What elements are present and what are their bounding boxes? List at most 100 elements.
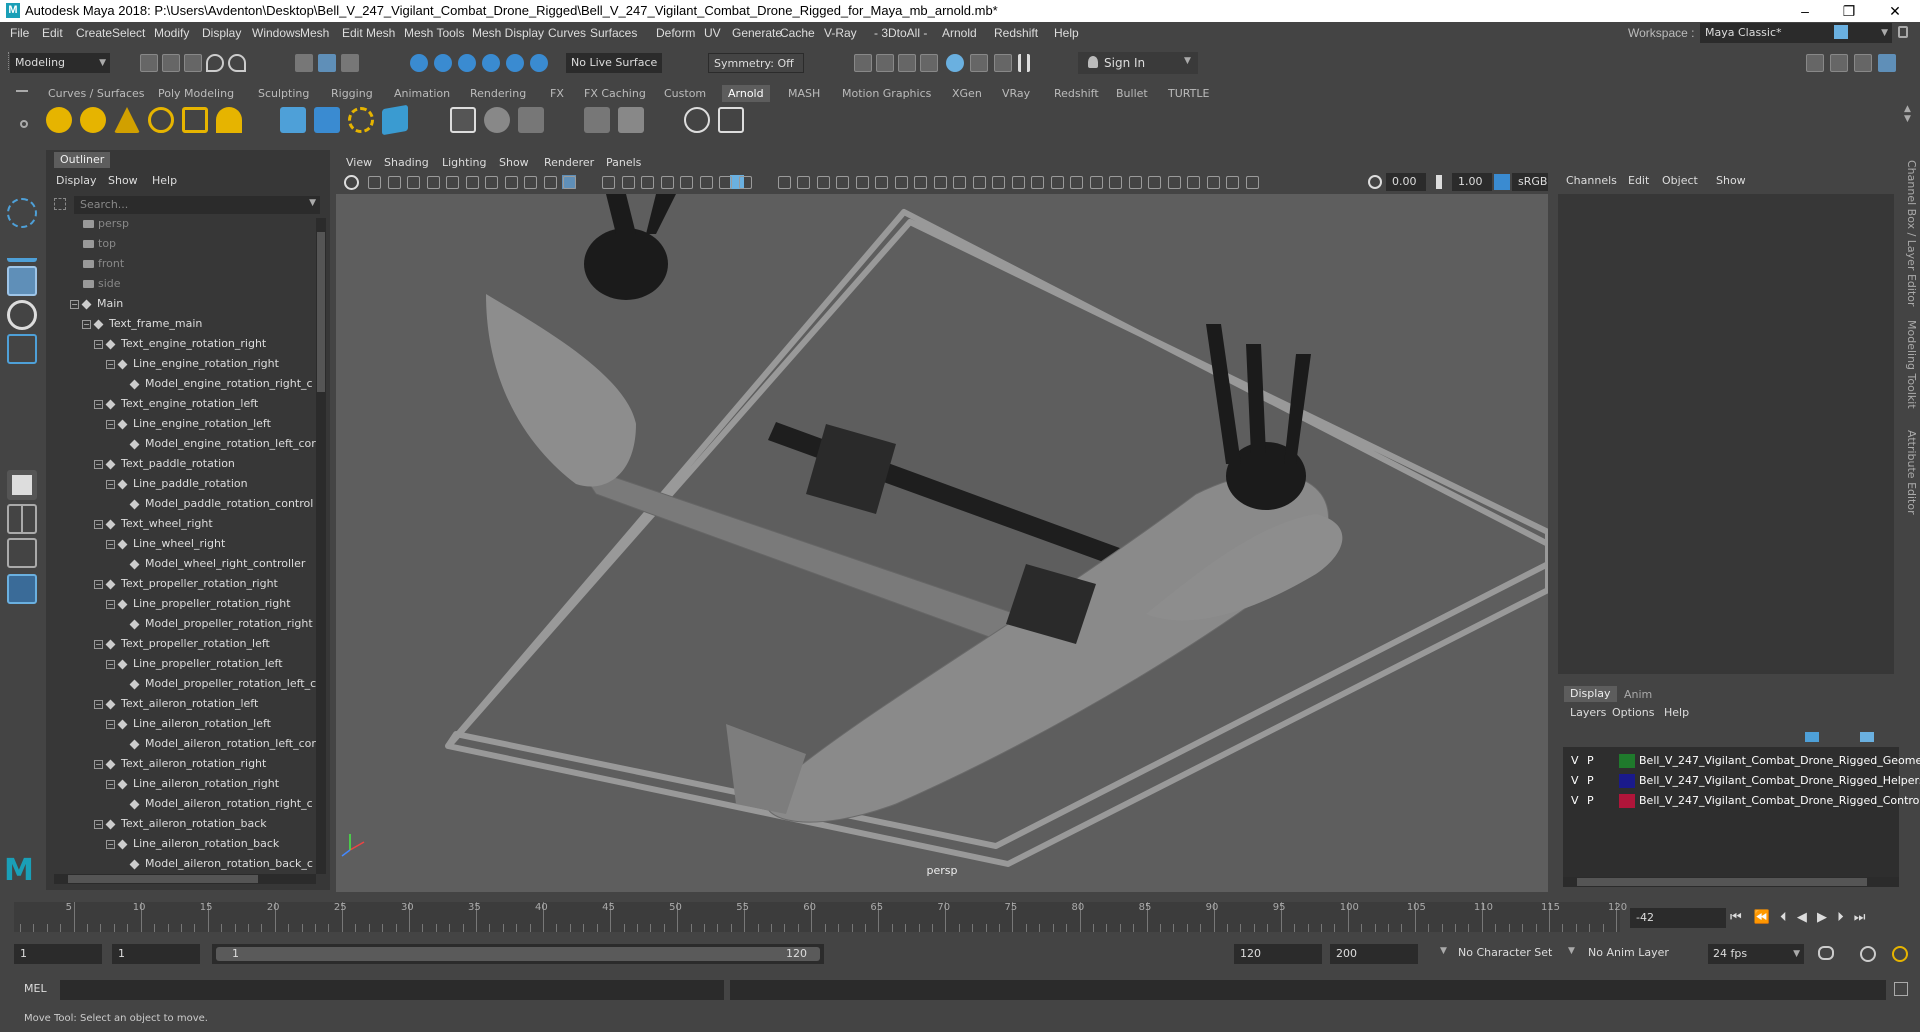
go-to-start-icon[interactable]: ⏮ <box>1730 910 1742 925</box>
two-view-icon[interactable] <box>7 538 37 568</box>
outliner-row[interactable]: − Main <box>70 294 123 314</box>
menu-select[interactable]: Select <box>112 26 145 40</box>
viewport-tool-icon[interactable] <box>1206 176 1220 189</box>
outliner-row[interactable]: Model_engine_rotation_left_cor <box>118 434 316 454</box>
volume-icon[interactable] <box>314 107 340 133</box>
minimize-button[interactable]: – <box>1782 0 1828 22</box>
menu-arnold[interactable]: Arnold <box>942 26 977 40</box>
outliner-row[interactable]: Model_propeller_rotation_right <box>118 614 313 634</box>
step-forward-frame-icon[interactable]: ⏵ <box>1837 910 1844 925</box>
exposure-icon[interactable] <box>1368 175 1382 189</box>
rotate-tool-icon[interactable] <box>7 300 37 330</box>
viewport-menu-panels[interactable]: Panels <box>606 156 641 169</box>
outliner-row[interactable]: front <box>70 254 124 274</box>
outliner-tab[interactable]: Outliner <box>54 152 111 168</box>
viewport-tool-icon[interactable] <box>660 176 674 189</box>
exposure-field[interactable]: 0.00 <box>1386 173 1426 191</box>
viewport-menu-shading[interactable]: Shading <box>384 156 429 169</box>
viewport-tool-icon[interactable] <box>641 176 654 189</box>
outliner-menu-show[interactable]: Show <box>108 174 138 187</box>
viewport-tool-icon[interactable] <box>504 176 518 189</box>
shelf-menu-icon[interactable] <box>16 90 28 92</box>
render-settings-icon[interactable] <box>920 54 938 72</box>
open-scene-icon[interactable] <box>162 54 180 72</box>
viewport-tool-icon[interactable] <box>387 176 401 189</box>
viewport-tool-icon[interactable] <box>1245 176 1259 189</box>
render-setup-icon[interactable] <box>382 104 408 136</box>
menu-uv[interactable]: UV <box>704 26 721 40</box>
snap-point-icon[interactable] <box>458 54 476 72</box>
texture-manager-icon[interactable] <box>584 107 610 133</box>
snap-curve-icon[interactable] <box>434 54 452 72</box>
shelf-tab-mash[interactable]: MASH <box>782 85 826 102</box>
layer-color-swatch[interactable] <box>1619 794 1635 808</box>
viewport-tool-icon[interactable] <box>719 176 732 189</box>
expand-toggle-icon[interactable]: − <box>94 639 103 649</box>
attribute-editor-toggle-icon[interactable] <box>1854 54 1872 72</box>
outliner-row[interactable]: − Text_propeller_rotation_right <box>94 574 278 594</box>
select-hierarchy-icon[interactable] <box>295 54 313 72</box>
outliner-row[interactable]: − Text_aileron_rotation_left <box>94 694 258 714</box>
menu-surfaces[interactable]: Surfaces <box>590 26 637 40</box>
outliner-row[interactable]: Model_aileron_rotation_right_c <box>118 794 313 814</box>
animation-prefs-icon[interactable] <box>1892 946 1908 962</box>
lock-icon[interactable] <box>1898 26 1908 38</box>
save-scene-icon[interactable] <box>184 54 202 72</box>
layer-visibility-toggle[interactable]: V <box>1571 791 1579 811</box>
pause-icon[interactable] <box>1018 54 1030 72</box>
layer-row[interactable]: V P Bell_V_247_Vigilant_Combat_Drone_Rigge… <box>1563 791 1920 811</box>
channel-list[interactable] <box>1558 194 1894 674</box>
menu-edit-mesh[interactable]: Edit Mesh <box>342 26 395 40</box>
standin-icon[interactable] <box>280 107 306 133</box>
viewport-tool-icon[interactable] <box>914 176 927 189</box>
outliner-row[interactable]: − Line_paddle_rotation <box>106 474 248 494</box>
live-surface-field[interactable]: No Live Surface <box>566 53 662 73</box>
shelf-tab-xgen[interactable]: XGen <box>946 85 988 102</box>
viewport-menu-view[interactable]: View <box>346 156 372 169</box>
physical-sky-icon[interactable] <box>216 107 242 133</box>
snap-surface-icon[interactable] <box>506 54 524 72</box>
layer-menu-layers[interactable]: Layers <box>1570 706 1606 719</box>
new-selected-layer-icon[interactable] <box>1860 732 1874 742</box>
close-button[interactable]: ✕ <box>1872 0 1918 22</box>
workspace-select[interactable]: Maya Classic* ▼ <box>1700 23 1892 43</box>
view-icon[interactable] <box>684 107 710 133</box>
expand-toggle-icon[interactable]: − <box>106 539 115 549</box>
ipr-render-icon[interactable] <box>898 54 916 72</box>
outliner-row[interactable]: Model_engine_rotation_right_c <box>118 374 313 394</box>
viewport-tool-icon[interactable] <box>407 176 420 189</box>
shelf-settings-icon[interactable] <box>20 120 28 128</box>
arnold-render-icon[interactable] <box>450 107 476 133</box>
outliner-row[interactable]: − Line_wheel_right <box>106 534 225 554</box>
shelf-tab-motion-graphics[interactable]: Motion Graphics <box>836 85 937 102</box>
animation-start-field[interactable]: 1 <box>14 944 102 964</box>
expand-toggle-icon[interactable]: − <box>70 299 79 309</box>
menu-display[interactable]: Display <box>202 26 241 40</box>
viewport-tool-icon[interactable] <box>485 176 498 189</box>
current-frame-field[interactable]: -42 <box>1630 908 1726 928</box>
render-sequence-icon[interactable] <box>876 54 894 72</box>
shelf-tab-rigging[interactable]: Rigging <box>325 85 379 102</box>
maximize-button[interactable]: ❐ <box>1826 0 1872 22</box>
channel-menu-object[interactable]: Object <box>1662 174 1698 187</box>
flush-cache-icon[interactable] <box>518 107 544 133</box>
layer-hscrollbar[interactable] <box>1563 877 1899 887</box>
ipr-icon[interactable] <box>484 107 510 133</box>
time-ruler[interactable]: 5 10 15 20 25 30 35 40 45 50 55 60 65 70 75 80 85 90 95 100… <box>14 902 1627 932</box>
light-portal-icon[interactable] <box>182 107 208 133</box>
menu-curves[interactable]: Curves <box>548 26 586 40</box>
expand-toggle-icon[interactable]: − <box>106 479 115 489</box>
viewport-tool-icon[interactable] <box>621 176 635 189</box>
channel-menu-channels[interactable]: Channels <box>1566 174 1617 187</box>
layer-menu-help[interactable]: Help <box>1664 706 1689 719</box>
shelf-tab-animation[interactable]: Animation <box>388 85 456 102</box>
viewport-tool-icon[interactable] <box>699 176 713 189</box>
menu-windows[interactable]: Windows <box>252 26 301 40</box>
redo-icon[interactable] <box>228 54 246 72</box>
viewport-tool-icon[interactable] <box>953 176 966 189</box>
viewport-tool-icon[interactable] <box>1226 176 1239 189</box>
layer-color-swatch[interactable] <box>1619 774 1635 788</box>
viewport-tool-icon[interactable] <box>738 176 752 189</box>
skydome-light-icon[interactable] <box>148 107 174 133</box>
menu-modify[interactable]: Modify <box>154 26 189 40</box>
